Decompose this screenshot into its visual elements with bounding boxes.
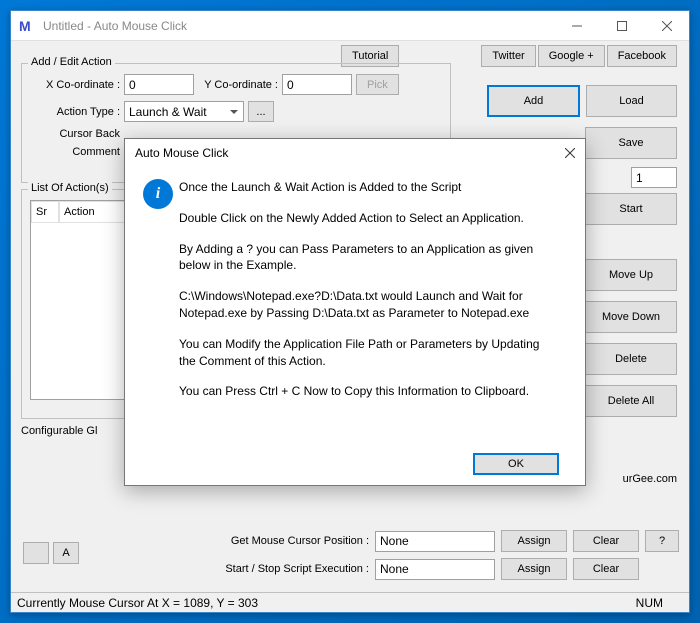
facebook-button[interactable]: Facebook [607,45,677,67]
y-coord-input[interactable] [282,74,352,95]
dialog-title: Auto Mouse Click [135,146,228,160]
dialog-p6: You can Press Ctrl + C Now to Copy this … [179,383,559,400]
y-coord-label: Y Co-ordinate : [198,79,278,91]
dialog-p1: Once the Launch & Wait Action is Added t… [179,179,559,196]
bottom-area: Get Mouse Cursor Position : Assign Clear… [21,530,679,592]
info-dialog: Auto Mouse Click i Once the Launch & Wai… [124,138,586,486]
table-header: Sr Action [31,201,127,223]
add-button[interactable]: Add [487,85,580,117]
dialog-close-button[interactable] [555,139,585,167]
start-stop-input[interactable] [375,559,495,580]
maximize-button[interactable] [599,11,644,41]
cursor-back-label: Cursor Back [30,128,120,140]
status-text: Currently Mouse Cursor At X = 1089, Y = … [17,596,258,610]
corner-blank-button[interactable] [23,542,49,564]
window-controls [554,11,689,41]
start-stop-label: Start / Stop Script Execution : [225,563,369,575]
action-type-select[interactable]: Launch & Wait [124,101,244,122]
get-cursor-assign-button[interactable]: Assign [501,530,567,552]
move-up-button[interactable]: Move Up [585,259,677,291]
statusbar: Currently Mouse Cursor At X = 1089, Y = … [11,592,689,612]
x-coord-label: X Co-ordinate : [30,79,120,91]
start-stop-clear-button[interactable]: Clear [573,558,639,580]
save-button[interactable]: Save [585,127,677,159]
col-action[interactable]: Action [59,201,127,223]
app-icon: M [19,18,35,34]
dialog-body: i Once the Launch & Wait Action is Added… [125,167,585,485]
dialog-footer: OK [143,445,559,475]
dialog-p2: Double Click on the Newly Added Action t… [179,210,559,227]
status-num: NUM [636,596,663,610]
dialog-p5: You can Modify the Application File Path… [179,336,559,370]
delete-all-button[interactable]: Delete All [585,385,677,417]
corner-a-button[interactable]: A [53,542,79,564]
window-title: Untitled - Auto Mouse Click [43,19,554,33]
start-stop-assign-button[interactable]: Assign [501,558,567,580]
col-sr[interactable]: Sr [31,201,59,223]
actions-table[interactable]: Sr Action [30,200,128,400]
dialog-p3: By Adding a ? you can Pass Parameters to… [179,241,559,275]
info-icon: i [143,179,179,445]
dialog-ok-button[interactable]: OK [473,453,559,475]
list-title: List Of Action(s) [28,182,112,194]
help-button[interactable]: ? [645,530,679,552]
move-down-button[interactable]: Move Down [585,301,677,333]
murgee-link[interactable]: urGee.com [623,473,677,485]
minimize-button[interactable] [554,11,599,41]
repeat-row [631,167,677,188]
corner-buttons: A [23,542,79,564]
get-cursor-label: Get Mouse Cursor Position : [231,535,369,547]
google-plus-button[interactable]: Google + [538,45,605,67]
action-type-more-button[interactable]: ... [248,101,274,122]
dialog-titlebar: Auto Mouse Click [125,139,585,167]
start-button[interactable]: Start [585,193,677,225]
dialog-text: Once the Launch & Wait Action is Added t… [179,179,559,445]
close-button[interactable] [644,11,689,41]
pick-button[interactable]: Pick [356,74,399,95]
get-cursor-input[interactable] [375,531,495,552]
action-type-label: Action Type : [30,106,120,118]
get-cursor-clear-button[interactable]: Clear [573,530,639,552]
repeat-input[interactable] [631,167,677,188]
groupbox-title: Add / Edit Action [28,56,115,68]
right-button-column: Add Load Save Start Move Up Move Down De… [585,85,677,417]
twitter-button[interactable]: Twitter [481,45,535,67]
x-coord-input[interactable] [124,74,194,95]
delete-button[interactable]: Delete [585,343,677,375]
comment-label: Comment [30,146,120,158]
dialog-p4: C:\Windows\Notepad.exe?D:\Data.txt would… [179,288,559,322]
titlebar: M Untitled - Auto Mouse Click [11,11,689,41]
load-button[interactable]: Load [586,85,677,117]
